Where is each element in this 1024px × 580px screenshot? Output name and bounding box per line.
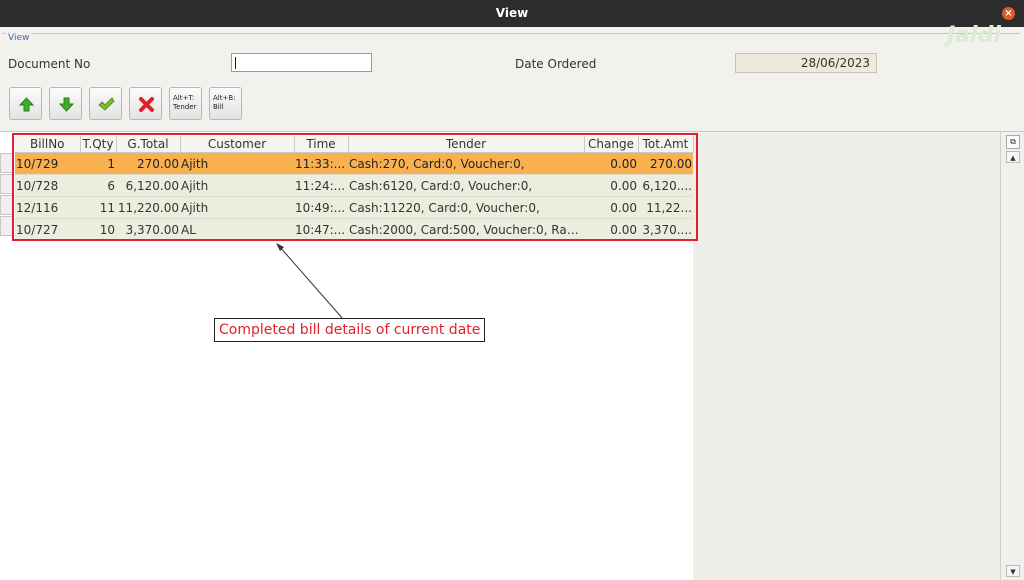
annotation-callout: Completed bill details of current date <box>214 318 486 342</box>
scroll-up-icon[interactable]: ▲ <box>1006 151 1020 163</box>
scroll-down-icon[interactable]: ▼ <box>1006 565 1020 577</box>
column-control-icon[interactable]: ⧉ <box>1006 135 1020 149</box>
vertical-scrollbar[interactable]: ⧉ ▲ ▼ <box>1000 132 1024 580</box>
annotation-arrow <box>276 243 344 320</box>
